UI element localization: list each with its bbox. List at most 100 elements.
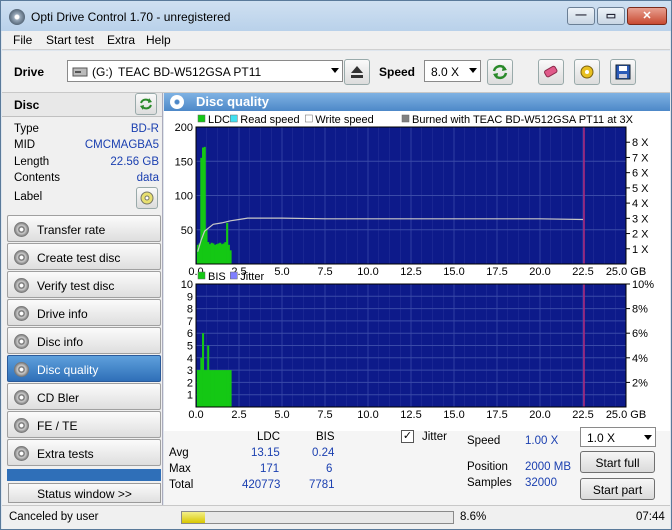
total-label: Total	[169, 479, 194, 491]
y-tick-label: 6	[187, 328, 193, 340]
x-tick-label: 20.0	[529, 266, 550, 278]
nav-label: Drive info	[37, 307, 88, 321]
disc-type-row: Type BD-R	[14, 123, 159, 139]
chevron-down-icon	[331, 68, 339, 73]
y-tick-label: 9	[187, 291, 193, 303]
nav-disc-info[interactable]: Disc info	[7, 327, 161, 354]
app-window: Opti Drive Control 1.70 - unregistered —…	[0, 0, 672, 530]
start-full-button[interactable]: Start full	[580, 451, 655, 473]
nav-label: Create test disc	[37, 251, 121, 265]
menu-file[interactable]: File	[13, 33, 32, 47]
nav-label: CD Bler	[37, 391, 80, 405]
menu-help[interactable]: Help	[146, 33, 171, 47]
main-panel: Disc quality 0.0 2.5 5.0 7.5 10.0 12.5 15.0 17.…	[164, 93, 670, 505]
drive-select[interactable]: (G:) TEAC BD-W512GSA PT11	[67, 60, 343, 82]
x-tick-label: 25.0 GB	[606, 409, 646, 421]
contents-label: Contents	[14, 172, 61, 184]
chevron-down-icon	[469, 68, 477, 73]
y2-tick-label: 5 X	[632, 183, 649, 195]
status-text: Canceled by user	[9, 511, 99, 523]
test-speed-value: 1.0 X	[587, 431, 616, 445]
y-tick-label: 2	[187, 377, 193, 389]
x-tick-label: 0.0	[188, 409, 203, 421]
x-tick-label: 25.0 GB	[606, 266, 646, 278]
panel-header: Disc quality	[164, 93, 670, 111]
y-tick-label: 1	[187, 390, 193, 402]
y-tick-label: 50	[181, 225, 193, 237]
erase-button[interactable]	[538, 59, 564, 85]
refresh-speed-button[interactable]	[487, 59, 513, 85]
speed-label: Speed	[379, 65, 416, 79]
x-tick-label: 17.5	[486, 266, 507, 278]
nav-verify-test-disc[interactable]: Verify test disc	[7, 271, 161, 298]
tools-button[interactable]	[574, 59, 600, 85]
y2-tick-label: 10%	[632, 279, 654, 291]
test-speed-select[interactable]: 1.0 X	[580, 427, 656, 447]
legend-swatch	[401, 114, 410, 123]
y-tick-label: 150	[175, 156, 193, 168]
max-ldc: 171	[260, 463, 280, 475]
y2-tick-label: 7 X	[632, 152, 649, 164]
nav-label: Disc quality	[37, 363, 99, 377]
eraser-icon	[544, 65, 558, 78]
disc-header: Disc	[2, 93, 162, 117]
menu-bar: File Start test Extra Help	[2, 31, 670, 50]
legend-label: LDC	[208, 114, 230, 126]
nav-extra-tests[interactable]: Extra tests	[7, 439, 161, 466]
samples-value: 32000	[525, 477, 557, 489]
nav-disc-quality[interactable]: Disc quality	[7, 355, 161, 382]
x-tick-label: 10.0	[357, 409, 378, 421]
y2-tick-label: 4%	[632, 353, 648, 365]
jitter-checkbox[interactable]: ✓	[401, 430, 414, 443]
y2-tick-label: 1 X	[632, 244, 649, 256]
progress-fill	[182, 512, 206, 523]
nav-create-test-disc[interactable]: Create test disc	[7, 243, 161, 270]
save-icon	[615, 64, 631, 80]
disc-quality-icon	[170, 95, 184, 109]
status-window-button[interactable]: Status window >>	[8, 483, 161, 503]
disc-icon	[14, 278, 29, 293]
y2-tick-label: 6%	[632, 328, 648, 340]
legend-label: Write speed	[315, 114, 374, 126]
y-tick-label: 8	[187, 304, 193, 316]
nav-drive-info[interactable]: Drive info	[7, 299, 161, 326]
y-tick-label: 200	[175, 122, 193, 134]
eject-button[interactable]	[344, 59, 370, 85]
col-ldc-header: LDC	[257, 431, 281, 443]
nav-fe-te[interactable]: FE / TE	[7, 411, 161, 438]
legend-label: Jitter	[240, 271, 264, 283]
disc-label-button[interactable]	[136, 187, 158, 209]
disc-refresh-button[interactable]	[135, 93, 157, 115]
maximize-button[interactable]: ▭	[597, 7, 625, 25]
nav-transfer-rate[interactable]: Transfer rate	[7, 215, 161, 242]
eject-icon	[351, 66, 363, 78]
x-tick-label: 5.0	[274, 266, 289, 278]
disc-title: Disc	[14, 98, 40, 112]
type-value: BD-R	[130, 123, 159, 135]
speed-value: 1.00 X	[525, 435, 559, 447]
app-icon	[9, 9, 25, 25]
y2-tick-label: 6 X	[632, 168, 649, 180]
status-time: 07:44	[636, 511, 665, 523]
disc-length-row: Length 22.56 GB	[14, 156, 159, 172]
y2-tick-label: 3 X	[632, 213, 649, 225]
nav-label: Extra tests	[37, 447, 94, 461]
x-tick-label: 12.5	[400, 409, 421, 421]
stats-panel: LDC BIS Avg 13.15 0.24 Max 171 6 Total 4…	[164, 427, 670, 505]
start-part-button[interactable]: Start part	[580, 478, 655, 500]
menu-extra[interactable]: Extra	[107, 33, 135, 47]
ldc-bar	[229, 370, 232, 407]
disc-contents-row: Contents data	[14, 172, 159, 188]
wrench-icon	[580, 65, 594, 79]
close-button[interactable]: ✕	[627, 7, 667, 25]
legend-swatch	[197, 114, 206, 123]
disc-icon	[14, 446, 29, 461]
save-button[interactable]	[610, 59, 636, 85]
y2-tick-label: 8%	[632, 304, 648, 316]
position-value: 2000 MB	[525, 461, 572, 473]
nav-cd-bler[interactable]: CD Bler	[7, 383, 161, 410]
menu-start-test[interactable]: Start test	[46, 33, 94, 47]
minimize-button[interactable]: —	[567, 7, 595, 25]
speed-select[interactable]: 8.0 X	[424, 60, 481, 82]
max-label: Max	[169, 463, 191, 475]
